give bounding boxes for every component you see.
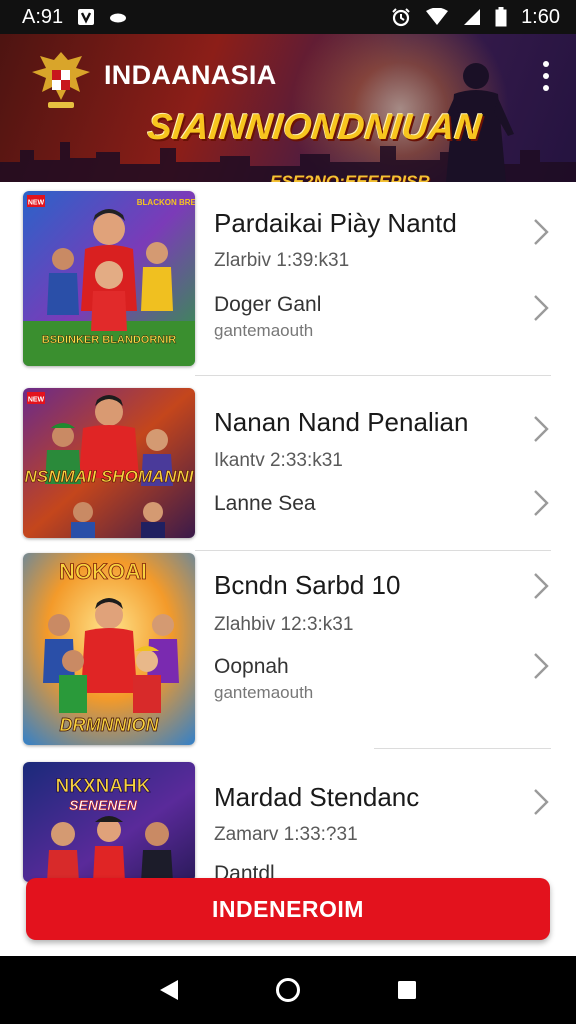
primary-action-button[interactable]: INDENEROIM (26, 878, 550, 940)
item-title: Pardaikai Piày Nantd (214, 208, 457, 238)
item-subtitle: Lanne Sea (214, 492, 316, 515)
item-title: Mardad Stendanc (214, 782, 420, 812)
item-caption: gantemaouth (214, 321, 314, 340)
status-right: 1:60 (391, 6, 560, 29)
chevron-right-icon[interactable] (530, 292, 552, 324)
chevron-right-icon[interactable] (530, 487, 552, 519)
chevron-right-icon[interactable] (530, 650, 552, 682)
chevron-right-icon[interactable] (530, 786, 552, 818)
thumb-top-text: BLACKON BREIRE (137, 198, 195, 207)
item-title: Nanan Nand Penalian (214, 407, 469, 437)
item-thumbnail: NEW NSNMAII SHOMANNI (23, 388, 195, 538)
app-title: INDAANASIA (104, 60, 277, 90)
item-caption: gantemaouth (214, 683, 314, 702)
thumb-badge: NEW (28, 200, 45, 207)
garuda-emblem-logo (32, 52, 90, 108)
status-time-right: 1:60 (521, 5, 560, 28)
header-banner: INDAANASIA SIAINNIONDNIUAN ESE2NO:EEEEPI… (0, 34, 576, 182)
item-subtitle: Doger Ganl (214, 293, 322, 316)
divider (374, 748, 551, 749)
item-date: Zlarbiv 1:39:k31 (214, 250, 350, 271)
item-thumbnail: NEW BLACKON BREIRE BSDINKER BLANDORNIR (23, 191, 195, 366)
overflow-menu-icon[interactable] (534, 58, 558, 94)
chevron-right-icon[interactable] (530, 216, 552, 248)
recents-square-icon[interactable] (387, 970, 427, 1010)
item-thumbnail: NOKOAI DRMNNION (23, 553, 195, 745)
thumb-caption: NSNMAII SHOMANNI (24, 467, 194, 486)
thumb-top-text: NOKOAI (59, 559, 147, 584)
home-circle-icon[interactable] (268, 970, 308, 1010)
back-triangle-icon[interactable] (149, 970, 189, 1010)
thumb-top-text: NKXNAHK (56, 776, 151, 797)
divider (195, 550, 551, 551)
signal-icon (463, 8, 481, 26)
item-date: Zamarv 1:33:?31 (214, 824, 358, 845)
item-subtitle: Oopnah (214, 655, 289, 678)
thumb-badge: NEW (28, 397, 45, 404)
status-time-left: A:91 (22, 5, 64, 28)
banner-title: SIAINNIONDNIUAN (145, 106, 484, 147)
item-title: Bcndn Sarbd 10 (214, 570, 401, 600)
chevron-right-icon[interactable] (530, 413, 552, 445)
cloud-icon (109, 11, 127, 23)
system-nav-bar (0, 956, 576, 1024)
item-date: Zlahbiv 12:3:k31 (214, 614, 354, 635)
notification-v-icon (77, 8, 95, 26)
wifi-icon (425, 8, 449, 26)
thumb-caption: SENENEN (69, 797, 138, 813)
divider (195, 375, 551, 376)
status-left: A:91 (22, 6, 127, 29)
status-bar: A:91 1:60 (0, 0, 576, 34)
thumb-caption: DRMNNION (60, 715, 160, 735)
banner-subtitle: ESE2NO:EEEEPISR (270, 172, 430, 182)
alarm-icon (391, 7, 411, 27)
battery-icon (495, 7, 507, 27)
thumb-caption: BSDINKER BLANDORNIR (42, 334, 177, 346)
item-thumbnail: NKXNAHK SENENEN (23, 762, 195, 882)
item-date: Ikantv 2:33:k31 (214, 450, 343, 471)
chevron-right-icon[interactable] (530, 570, 552, 602)
